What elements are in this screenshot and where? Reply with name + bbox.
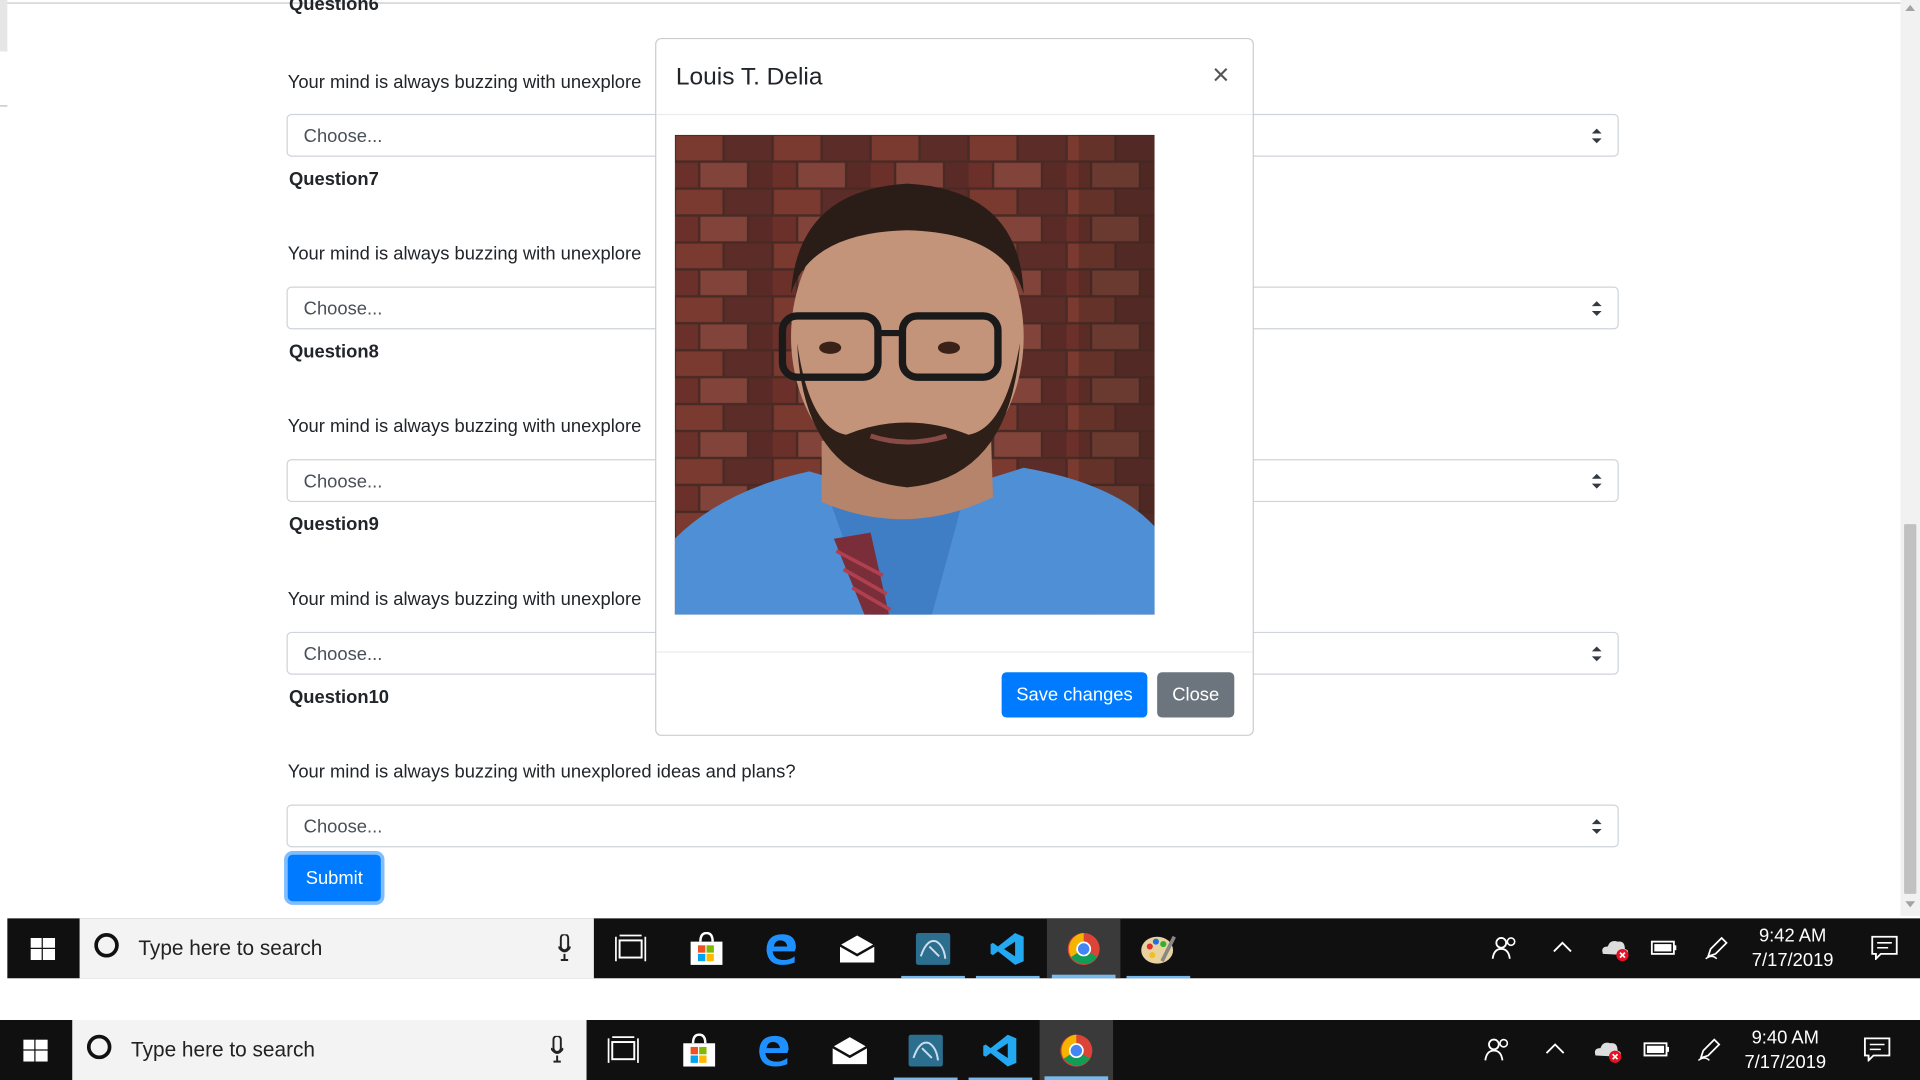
profile-modal: Louis T. Delia × Save changes Close: [655, 37, 1254, 736]
cortana-icon: [86, 1034, 112, 1060]
store-icon[interactable]: [670, 918, 743, 978]
select-arrows-icon: [1591, 301, 1602, 316]
notifications-icon[interactable]: [1863, 1037, 1891, 1062]
paint-icon[interactable]: [1122, 918, 1195, 979]
battery-icon[interactable]: [1650, 936, 1678, 958]
submit-button[interactable]: Submit: [287, 854, 381, 902]
battery-icon[interactable]: [1643, 1037, 1670, 1059]
clock-time: 9:40 AM: [1751, 1027, 1819, 1049]
select-value: Choose...: [303, 298, 383, 320]
select-value: Choose...: [303, 126, 383, 147]
taskbar-search-box[interactable]: Type here to search: [72, 1020, 587, 1080]
question-label: Question7: [288, 168, 379, 190]
page-scrollbar[interactable]: [1900, 0, 1920, 916]
cortana-icon: [94, 933, 119, 958]
vscode-icon[interactable]: [971, 918, 1044, 979]
select-arrows-icon: [1591, 128, 1602, 144]
windows-icon: [23, 1039, 48, 1062]
vscode-icon[interactable]: [964, 1020, 1037, 1080]
modal-title: Louis T. Delia: [675, 63, 823, 91]
people-icon[interactable]: [1484, 1037, 1511, 1061]
windows-icon: [30, 937, 56, 961]
select-arrows-icon: [1591, 646, 1602, 662]
question-text: Your mind is always buzzing with unexplo…: [287, 416, 642, 438]
mysql-workbench-icon[interactable]: [896, 918, 969, 979]
taskbar-search-box[interactable]: Type here to search: [79, 918, 594, 979]
question-label: Question8: [288, 341, 379, 363]
left-edge-tick: [0, 105, 8, 107]
page-top-border: [0, 2, 1901, 4]
clock-date: 7/17/2019: [1751, 950, 1834, 972]
onedrive-error-icon[interactable]: [1592, 1037, 1624, 1064]
save-changes-button[interactable]: Save changes: [1001, 672, 1148, 718]
select-value: Choose...: [303, 471, 383, 493]
browser-page: Question6 Your mind is always buzzing wi…: [0, 0, 1920, 916]
search-placeholder: Type here to search: [131, 1038, 316, 1062]
edge-icon[interactable]: [737, 1020, 810, 1080]
pen-icon[interactable]: [1697, 1037, 1721, 1061]
store-icon[interactable]: [662, 1020, 735, 1080]
modal-header-divider: [656, 113, 1253, 116]
chevron-up-icon[interactable]: [1553, 940, 1573, 953]
pen-icon[interactable]: [1704, 936, 1728, 960]
select-value: Choose...: [303, 816, 383, 838]
question-select[interactable]: Choose...: [286, 804, 1619, 848]
mail-icon[interactable]: [820, 918, 893, 978]
mail-icon[interactable]: [813, 1020, 886, 1080]
question-label: Question9: [288, 514, 379, 536]
scroll-down-arrow-icon[interactable]: [1905, 901, 1916, 908]
chevron-up-icon[interactable]: [1545, 1042, 1565, 1054]
screenshot-gap: [0, 978, 1920, 1021]
chrome-icon[interactable]: [1046, 918, 1121, 979]
profile-photo: [674, 134, 1155, 615]
left-edge-bar: [0, 0, 8, 52]
taskbar-clock[interactable]: 9:40 AM 7/17/2019: [1730, 1026, 1840, 1075]
search-placeholder: Type here to search: [138, 936, 323, 961]
taskbar-clock[interactable]: 9:42 AM 7/17/2019: [1738, 924, 1848, 973]
question-label: Question6: [288, 0, 379, 15]
onedrive-error-icon[interactable]: [1599, 936, 1631, 963]
question-text: Your mind is always buzzing with unexplo…: [287, 72, 642, 94]
scroll-up-arrow-icon[interactable]: [1905, 4, 1916, 12]
start-button[interactable]: [7, 918, 78, 978]
question-label: Question10: [288, 686, 390, 708]
clock-time: 9:42 AM: [1758, 925, 1827, 947]
left-edge: [0, 915, 8, 979]
system-tray: 9:40 AM 7/17/2019: [1469, 1020, 1912, 1080]
chrome-icon[interactable]: [1039, 1020, 1114, 1080]
select-arrows-icon: [1591, 819, 1602, 834]
edge-icon[interactable]: [744, 918, 817, 978]
clock-date: 7/17/2019: [1744, 1051, 1827, 1073]
notifications-icon[interactable]: [1871, 935, 1898, 961]
screen: Question6 Your mind is always buzzing wi…: [0, 0, 1920, 1080]
modal-close-icon[interactable]: ×: [1212, 59, 1229, 93]
taskbar-top: Type here to search 9:42 AM 7/17/2019: [7, 918, 1920, 979]
close-button[interactable]: Close: [1157, 672, 1235, 718]
start-button[interactable]: [0, 1020, 71, 1080]
microphone-icon[interactable]: [551, 1035, 564, 1063]
task-view-icon[interactable]: [594, 918, 667, 978]
people-icon[interactable]: [1491, 936, 1518, 960]
question-text: Your mind is always buzzing with unexplo…: [287, 761, 796, 783]
taskbar-bottom: Type here to search 9:40 AM 7/17/2019: [0, 1020, 1920, 1080]
select-arrows-icon: [1591, 473, 1602, 489]
system-tray: 9:42 AM 7/17/2019: [1477, 918, 1920, 978]
modal-footer-divider: [656, 651, 1253, 653]
microphone-icon[interactable]: [558, 934, 571, 961]
question-text: Your mind is always buzzing with unexplo…: [287, 243, 642, 265]
scroll-thumb[interactable]: [1904, 524, 1917, 894]
select-value: Choose...: [303, 644, 383, 665]
task-view-icon[interactable]: [587, 1020, 660, 1080]
question-text: Your mind is always buzzing with unexplo…: [287, 588, 642, 610]
mysql-workbench-icon[interactable]: [889, 1020, 962, 1080]
